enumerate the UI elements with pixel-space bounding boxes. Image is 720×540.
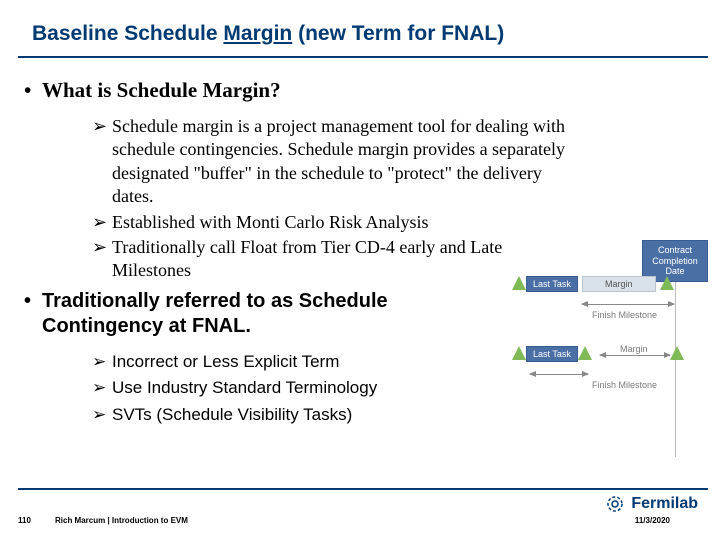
finish-milestone-label: Finish Milestone [592, 310, 657, 320]
arrow-double [600, 355, 670, 356]
section1-list: ➢ Schedule margin is a project managemen… [92, 115, 572, 283]
list-item: ➢ Incorrect or Less Explicit Term [92, 349, 492, 375]
list-item-text: Traditionally call Float from Tier CD-4 … [112, 236, 572, 283]
list-item: ➢ Schedule margin is a project managemen… [92, 115, 572, 209]
title-post: (new Term for FNAL) [292, 22, 504, 45]
bullet-icon: • [24, 289, 42, 314]
last-task-box: Last Task [526, 346, 578, 362]
list-item-text: SVTs (Schedule Visibility Tasks) [112, 402, 492, 428]
title-pre: Baseline Schedule [32, 22, 223, 45]
chevron-icon: ➢ [92, 349, 112, 375]
list-item: ➢ Traditionally call Float from Tier CD-… [92, 236, 572, 283]
list-item: ➢ Established with Monti Carlo Risk Anal… [92, 211, 572, 234]
fermilab-logo-icon [605, 494, 625, 514]
footer-divider [18, 488, 708, 490]
milestone-icon [578, 346, 592, 360]
margin-label: Margin [620, 344, 648, 354]
footer-author: Rich Marcum | Introduction to EVM [55, 516, 188, 525]
finish-milestone-label: Finish Milestone [592, 380, 657, 390]
list-item-text: Incorrect or Less Explicit Term [112, 349, 492, 375]
diagram-row: Last Task Margin Finish Milestone [522, 270, 712, 330]
section2-heading-text: Traditionally referred to as Schedule Co… [42, 290, 388, 337]
milestone-icon [512, 346, 526, 360]
margin-box: Margin [582, 276, 656, 292]
section2-heading: •Traditionally referred to as Schedule C… [42, 289, 442, 339]
milestone-icon [670, 346, 684, 360]
chevron-icon: ➢ [92, 211, 112, 234]
chevron-icon: ➢ [92, 236, 112, 283]
list-item: ➢ Use Industry Standard Terminology [92, 375, 492, 401]
section1-heading-text: What is Schedule Margin? [42, 78, 281, 102]
brand-footer: Fermilab [605, 494, 698, 514]
list-item: ➢ SVTs (Schedule Visibility Tasks) [92, 402, 492, 428]
list-item-text: Use Industry Standard Terminology [112, 375, 492, 401]
slide: Baseline Schedule Margin (new Term for F… [0, 0, 720, 540]
diagram-row: Last Task Margin Finish Milestone [522, 340, 712, 400]
milestone-icon [660, 276, 674, 290]
list-item-text: Schedule margin is a project management … [112, 115, 572, 209]
chevron-icon: ➢ [92, 375, 112, 401]
bullet-icon: • [24, 78, 42, 103]
slide-number: 110 [18, 516, 31, 525]
margin-diagram: Contract Completion Date Last Task Margi… [522, 270, 712, 410]
brand-name: Fermilab [631, 495, 698, 513]
title-underlined: Margin [223, 22, 292, 45]
arrow-double [530, 374, 588, 375]
list-item-text: Established with Monti Carlo Risk Analys… [112, 211, 572, 234]
chevron-icon: ➢ [92, 402, 112, 428]
chevron-icon: ➢ [92, 115, 112, 209]
section1-heading: •What is Schedule Margin? [42, 78, 720, 103]
last-task-box: Last Task [526, 276, 578, 292]
slide-title: Baseline Schedule Margin (new Term for F… [0, 0, 720, 56]
footer-date: 11/3/2020 [635, 516, 670, 525]
arrow-double [582, 304, 674, 305]
section2-list: ➢ Incorrect or Less Explicit Term ➢ Use … [92, 349, 492, 428]
milestone-icon [512, 276, 526, 290]
